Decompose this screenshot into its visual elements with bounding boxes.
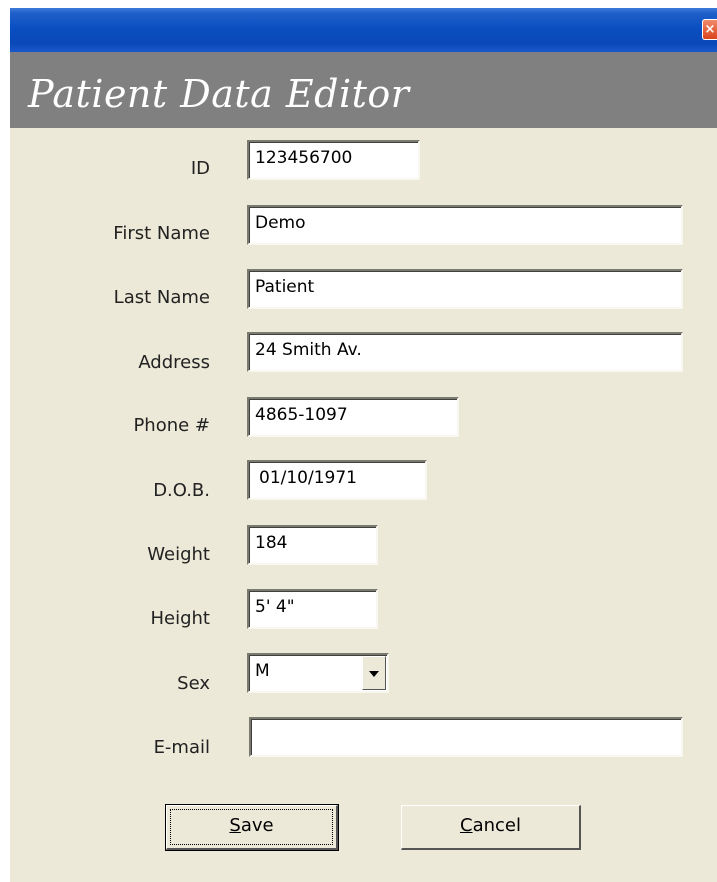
- dob-field[interactable]: 01/10/1971: [247, 460, 427, 500]
- height-label: Height: [150, 608, 210, 629]
- close-button[interactable]: ×: [702, 19, 717, 40]
- chevron-down-icon[interactable]: [362, 656, 386, 690]
- sex-value: M: [255, 661, 270, 681]
- weight-field[interactable]: 184: [247, 525, 378, 565]
- id-label: ID: [190, 158, 210, 179]
- title-bar[interactable]: ×: [10, 8, 717, 52]
- first-name-field[interactable]: Demo: [247, 205, 683, 245]
- phone-field[interactable]: 4865-1097: [247, 397, 459, 437]
- save-button[interactable]: Save: [165, 804, 339, 851]
- patient-editor-window: × Patient Data Editor ID 123456700 First…: [10, 8, 717, 882]
- close-icon: ×: [704, 22, 716, 37]
- cancel-accelerator: C: [460, 815, 473, 836]
- email-label: E-mail: [153, 737, 210, 758]
- height-field[interactable]: 5' 4": [247, 589, 378, 629]
- address-label: Address: [138, 352, 210, 373]
- last-name-field[interactable]: Patient: [247, 269, 683, 309]
- sex-label: Sex: [177, 673, 210, 694]
- first-name-label: First Name: [113, 223, 210, 244]
- cancel-label: ancel: [472, 815, 521, 836]
- page-title: Patient Data Editor: [28, 72, 410, 116]
- dob-label: D.O.B.: [153, 480, 210, 501]
- cancel-button[interactable]: Cancel: [401, 805, 581, 850]
- phone-label: Phone #: [133, 415, 210, 436]
- weight-label: Weight: [147, 544, 210, 565]
- id-field[interactable]: 123456700: [247, 140, 420, 180]
- last-name-label: Last Name: [113, 287, 210, 308]
- email-field[interactable]: [249, 717, 683, 757]
- sex-select[interactable]: M: [247, 653, 389, 693]
- address-field[interactable]: 24 Smith Av.: [247, 332, 683, 372]
- header-band: Patient Data Editor: [10, 52, 717, 128]
- focus-rectangle: [170, 809, 333, 845]
